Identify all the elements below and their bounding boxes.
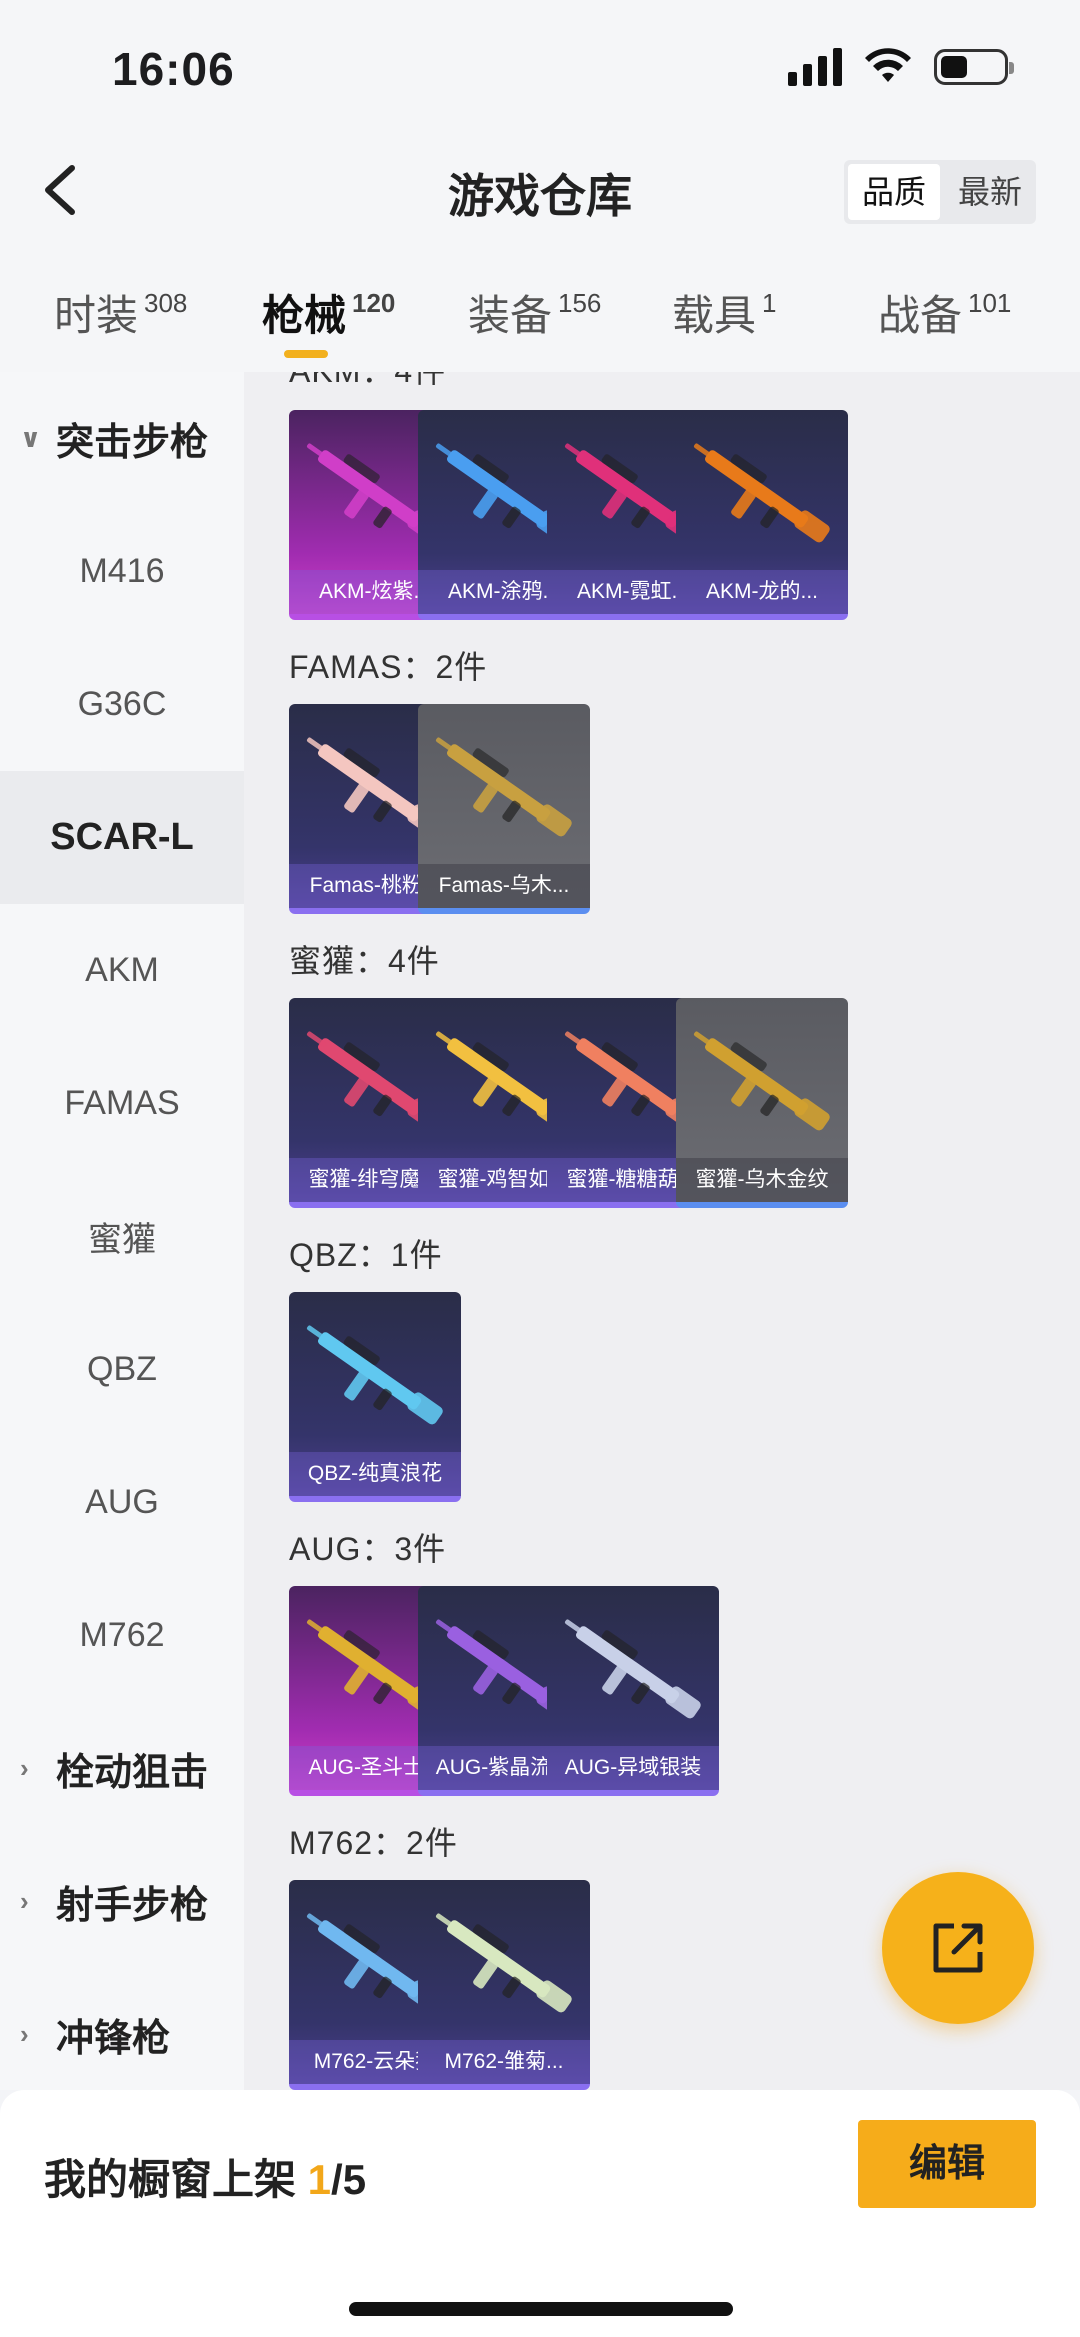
chevron-right-icon: › bbox=[20, 1753, 29, 1783]
sidebar-group-smg[interactable]: › 冲锋枪 bbox=[0, 1968, 244, 2101]
tab-equipment[interactable]: 装备 156 bbox=[468, 282, 601, 343]
sidebar-item-scar-l[interactable]: SCAR-L bbox=[0, 771, 244, 904]
tab-label: 时装 bbox=[54, 292, 139, 339]
status-icons bbox=[788, 48, 1014, 86]
showcase-limit: /5 bbox=[331, 2156, 367, 2203]
tab-supplies[interactable]: 战备 101 bbox=[878, 282, 1011, 343]
signal-icon bbox=[788, 48, 842, 86]
status-bar: 16:06 bbox=[0, 0, 1080, 140]
tab-label: 载具 bbox=[672, 292, 757, 339]
sidebar-group-label: 栓动狙击 bbox=[56, 1752, 209, 1794]
sidebar-group-label: 突击步枪 bbox=[56, 422, 209, 464]
sidebar-item-m416[interactable]: M416 bbox=[0, 505, 244, 638]
item-card[interactable]: 蜜獾-乌木金纹 bbox=[676, 998, 848, 1208]
tab-count: 308 bbox=[144, 288, 188, 318]
tab-count: 120 bbox=[352, 288, 396, 318]
tab-label: 枪械 bbox=[262, 292, 347, 339]
section-title-akm: AKM：4件 bbox=[289, 372, 446, 392]
section-title-famas: FAMAS：2件 bbox=[289, 649, 488, 685]
sidebar-group-label: 射手步枪 bbox=[56, 1885, 209, 1927]
sort-newest-button[interactable]: 最新 bbox=[944, 160, 1036, 224]
item-card-label: 蜜獾-乌木金纹 bbox=[676, 1158, 848, 1202]
tab-label: 装备 bbox=[468, 292, 553, 339]
chevron-down-icon: ∨ bbox=[20, 423, 42, 453]
section-title-qbz: QBZ：1件 bbox=[289, 1237, 443, 1273]
sidebar-item-qbz[interactable]: QBZ bbox=[0, 1303, 244, 1436]
sidebar-group-assault-rifles[interactable]: ∨ 突击步枪 bbox=[0, 372, 244, 505]
sidebar-group-label: 冲锋枪 bbox=[56, 2018, 171, 2060]
item-card[interactable]: AKM-龙的... bbox=[676, 410, 848, 620]
inventory-content[interactable]: AKM：4件 3级AKM-炫紫...AKM-涂鸦...AKM-霓虹...AKM-… bbox=[244, 372, 1080, 2090]
gun-skin-image bbox=[564, 1619, 701, 1719]
wifi-icon bbox=[865, 48, 911, 82]
edit-button[interactable]: 编辑 bbox=[858, 2120, 1036, 2208]
sidebar-item-m762[interactable]: M762 bbox=[0, 1569, 244, 1702]
section-title-aug: AUG：3件 bbox=[289, 1531, 447, 1567]
tab-guns[interactable]: 枪械 120 bbox=[262, 282, 395, 343]
sidebar: ∨ 突击步枪 M416 G36C SCAR-L AKM FAMAS 蜜獾 QBZ… bbox=[0, 372, 244, 2090]
section-title-mihuan: 蜜獾：4件 bbox=[289, 943, 440, 979]
tab-count: 1 bbox=[762, 288, 777, 318]
tab-fashion[interactable]: 时装 308 bbox=[54, 282, 187, 343]
item-card[interactable]: M762-雏菊... bbox=[418, 1880, 590, 2090]
item-card-label: AKM-龙的... bbox=[676, 570, 848, 614]
sidebar-item-aug[interactable]: AUG bbox=[0, 1436, 244, 1569]
sidebar-item-akm[interactable]: AKM bbox=[0, 904, 244, 1037]
showcase-status: 我的橱窗上架 1/5 bbox=[44, 2146, 366, 2207]
item-card[interactable]: Famas-乌木... bbox=[418, 704, 590, 914]
tab-label: 战备 bbox=[878, 292, 963, 339]
item-card-label: AUG-异域银装 bbox=[547, 1746, 719, 1790]
gun-skin-image bbox=[306, 1325, 443, 1425]
sidebar-group-marksman-rifles[interactable]: › 射手步枪 bbox=[0, 1835, 244, 1968]
tab-vehicles[interactable]: 载具 1 bbox=[672, 282, 776, 343]
item-card-label: Famas-乌木... bbox=[418, 864, 590, 908]
chevron-right-icon: › bbox=[20, 2019, 29, 2049]
share-icon bbox=[933, 1923, 983, 1973]
sidebar-group-bolt-sniper[interactable]: › 栓动狙击 bbox=[0, 1702, 244, 1835]
status-time: 16:06 bbox=[112, 43, 235, 95]
home-indicator bbox=[349, 2302, 733, 2316]
gun-skin-image bbox=[693, 443, 830, 543]
gun-skin-image bbox=[435, 1913, 572, 2013]
gun-skin-image bbox=[435, 737, 572, 837]
showcase-count: 1 bbox=[307, 2156, 332, 2203]
item-card-label: M762-雏菊... bbox=[418, 2040, 590, 2084]
showcase-label: 我的橱窗上架 bbox=[44, 2156, 308, 2203]
chevron-right-icon: › bbox=[20, 1886, 29, 1916]
category-tabs: 时装 308 枪械 120 装备 156 载具 1 战备 101 bbox=[0, 240, 1080, 372]
tab-count: 101 bbox=[968, 288, 1012, 318]
sidebar-item-g36c[interactable]: G36C bbox=[0, 638, 244, 771]
gun-skin-image bbox=[693, 1031, 830, 1131]
header: 游戏仓库 品质 最新 bbox=[0, 140, 1080, 240]
sort-toggle: 品质 最新 bbox=[843, 160, 1036, 224]
section-title-m762: M762：2件 bbox=[289, 1825, 458, 1861]
tab-count: 156 bbox=[558, 288, 602, 318]
sort-quality-button[interactable]: 品质 bbox=[847, 164, 940, 220]
active-tab-indicator bbox=[284, 350, 328, 358]
item-card-label: QBZ-纯真浪花 bbox=[289, 1452, 461, 1496]
showcase-bar: 我的橱窗上架 1/5 编辑 bbox=[0, 2090, 1080, 2337]
sidebar-item-famas[interactable]: FAMAS bbox=[0, 1037, 244, 1170]
item-card[interactable]: QBZ-纯真浪花 bbox=[289, 1292, 461, 1502]
share-button[interactable] bbox=[882, 1872, 1034, 2024]
sidebar-item-mihuan[interactable]: 蜜獾 bbox=[0, 1170, 244, 1303]
item-card[interactable]: AUG-异域银装 bbox=[547, 1586, 719, 1796]
battery-icon bbox=[934, 49, 1014, 85]
